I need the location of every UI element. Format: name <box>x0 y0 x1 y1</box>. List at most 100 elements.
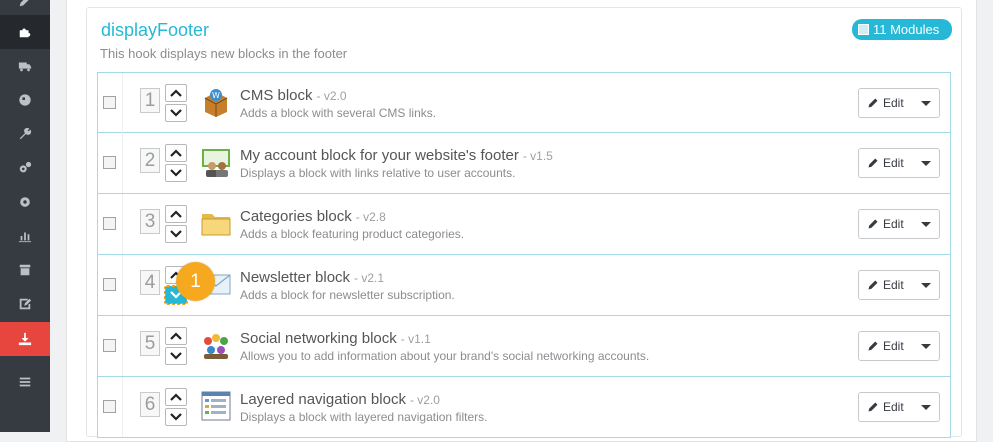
move-up-button[interactable] <box>165 84 187 102</box>
cms-block-icon: W <box>204 89 228 117</box>
move-down-button[interactable] <box>165 164 187 182</box>
edit-button[interactable]: Edit <box>859 210 913 238</box>
move-down-button[interactable] <box>165 225 187 243</box>
menu-icon <box>19 377 31 387</box>
module-row-2: 2 My account block for your website's fo… <box>97 133 951 194</box>
move-down-button[interactable] <box>165 104 187 122</box>
chevron-down-icon <box>170 230 182 238</box>
gear-icon <box>20 197 30 207</box>
caret-down-icon <box>920 404 931 410</box>
folder-icon <box>201 214 231 236</box>
edit-dropdown-toggle[interactable] <box>913 393 939 421</box>
module-position: 3 <box>140 209 160 234</box>
move-up-button[interactable] <box>165 205 187 223</box>
sidebar-item-customers[interactable] <box>0 287 50 321</box>
modules-count-badge[interactable]: 11 Modules <box>852 19 952 40</box>
row-divider <box>122 316 123 376</box>
module-row-6: 6 Layered navigation block - v2.0 Display… <box>97 377 951 438</box>
pencil-icon <box>19 0 29 7</box>
module-checkbox[interactable] <box>103 96 116 109</box>
chevron-down-icon <box>170 169 182 177</box>
sidebar-item-import[interactable] <box>0 322 50 356</box>
module-checkbox[interactable] <box>103 339 116 352</box>
edit-button-group: Edit <box>858 209 940 239</box>
module-checkbox[interactable] <box>103 400 116 413</box>
module-checkbox[interactable] <box>103 217 116 230</box>
edit-button[interactable]: Edit <box>859 271 913 299</box>
edit-dropdown-toggle[interactable] <box>913 332 939 360</box>
module-row-5: 5 Social networking block - v1.1 Allows y… <box>97 316 951 377</box>
sidebar-item-advanced[interactable] <box>0 151 50 185</box>
pencil-icon <box>868 341 878 351</box>
edit-dropdown-toggle[interactable] <box>913 149 939 177</box>
sidebar-item-orders[interactable] <box>0 253 50 287</box>
sidebar-item-administration[interactable] <box>0 185 50 219</box>
row-divider <box>122 194 123 254</box>
row-divider <box>122 255 123 315</box>
module-version: - v2.1 <box>354 271 385 285</box>
edit-label: Edit <box>883 400 904 414</box>
wrench-icon <box>19 127 32 140</box>
module-version: - v2.0 <box>316 89 347 103</box>
sidebar-item-menu[interactable] <box>0 365 50 399</box>
module-version: - v2.8 <box>355 210 386 224</box>
select-all-checkbox[interactable] <box>858 24 869 35</box>
globe-icon <box>19 94 31 106</box>
module-checkbox[interactable] <box>103 278 116 291</box>
move-up-button[interactable] <box>165 327 187 345</box>
module-position: 4 <box>140 270 160 295</box>
move-down-button[interactable] <box>165 347 187 365</box>
edit-button[interactable]: Edit <box>859 149 913 177</box>
module-description: Displays a block with layered navigation… <box>240 410 488 424</box>
edit-dropdown-toggle[interactable] <box>913 210 939 238</box>
hook-description: This hook displays new blocks in the foo… <box>100 46 348 61</box>
svg-text:W: W <box>212 91 220 100</box>
edit-dropdown-toggle[interactable] <box>913 271 939 299</box>
module-row-1: 1 W CMS block - v2.0 Adds a block with se… <box>97 72 951 133</box>
module-checkbox[interactable] <box>103 156 116 169</box>
caret-down-icon <box>920 221 931 227</box>
edit-label: Edit <box>883 96 904 110</box>
edit-dropdown-toggle[interactable] <box>913 89 939 117</box>
sidebar-item-stats[interactable] <box>0 219 50 253</box>
module-position: 6 <box>140 392 160 417</box>
hook-title: displayFooter <box>101 20 210 40</box>
move-up-button[interactable] <box>165 388 187 406</box>
module-position: 2 <box>140 148 160 173</box>
module-name: Newsletter block <box>240 269 351 286</box>
sidebar-item-localization[interactable] <box>0 83 50 117</box>
module-name: My account block for your website's foot… <box>240 147 519 164</box>
pencil-icon <box>868 402 878 412</box>
move-down-button[interactable] <box>165 408 187 426</box>
archive-icon <box>19 264 31 276</box>
module-position: 1 <box>140 88 160 113</box>
chevron-down-icon <box>170 352 182 360</box>
pencil-icon <box>868 158 878 168</box>
row-divider <box>122 133 123 193</box>
move-up-button[interactable] <box>165 144 187 162</box>
module-name: Categories block <box>240 208 352 225</box>
modules-count-label: 11 Modules <box>873 22 940 37</box>
module-list: 1 W CMS block - v2.0 Adds a block with se… <box>97 72 951 438</box>
edit-button-group: Edit <box>858 270 940 300</box>
edit-button[interactable]: Edit <box>859 393 913 421</box>
module-name: Social networking block <box>240 330 397 347</box>
sidebar-item-preferences[interactable] <box>0 117 50 151</box>
edit-label: Edit <box>883 278 904 292</box>
account-block-icon <box>202 149 230 177</box>
module-version: - v2.0 <box>409 393 440 407</box>
truck-icon <box>18 62 32 72</box>
edit-button-group: Edit <box>858 392 940 422</box>
pencil-icon <box>868 280 878 290</box>
gears-icon <box>19 161 32 173</box>
sidebar-item-shipping[interactable] <box>0 49 50 83</box>
chevron-up-icon <box>170 149 182 157</box>
chart-icon <box>18 232 32 243</box>
edit-button[interactable]: Edit <box>859 89 913 117</box>
chevron-down-icon <box>170 413 182 421</box>
sidebar-item-modules[interactable] <box>0 15 53 49</box>
pencil-icon <box>868 219 878 229</box>
caret-down-icon <box>920 160 931 166</box>
chevron-up-icon <box>170 89 182 97</box>
edit-button[interactable]: Edit <box>859 332 913 360</box>
